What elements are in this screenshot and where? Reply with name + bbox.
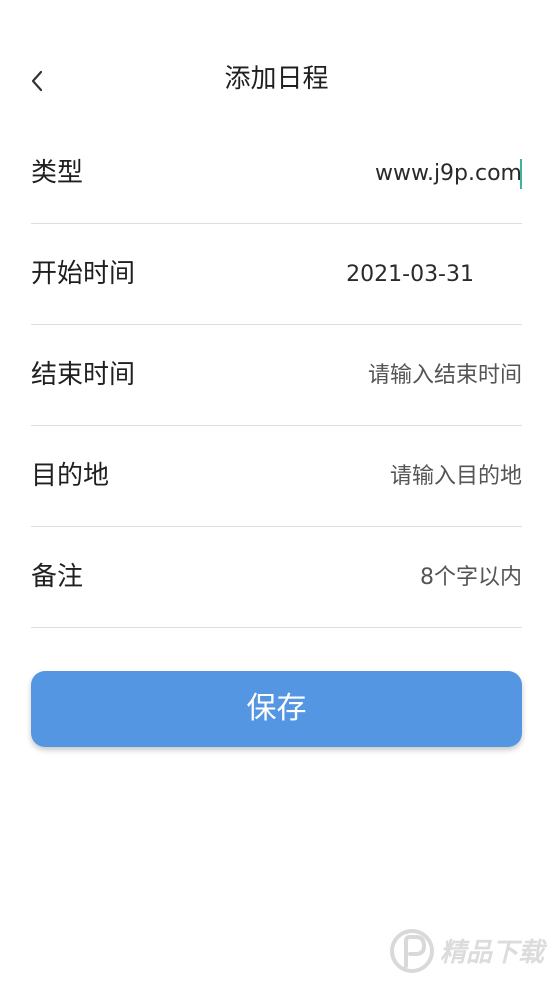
top-navigation-bar: 添加日程 (0, 50, 553, 110)
type-input[interactable] (222, 153, 522, 193)
destination-row: 目的地 (31, 426, 522, 527)
save-button[interactable]: 保存 (31, 671, 522, 747)
watermark-text: 精品下载 (440, 938, 548, 968)
end-time-row: 结束时间 (31, 325, 522, 426)
type-row: 类型 (31, 123, 522, 224)
end-time-input[interactable] (222, 355, 522, 395)
start-time-row: 开始时间 (31, 224, 522, 325)
type-label: 类型 (31, 158, 84, 188)
text-cursor (520, 159, 522, 189)
start-time-label: 开始时间 (31, 259, 136, 289)
end-time-label: 结束时间 (31, 360, 136, 390)
note-label: 备注 (31, 562, 84, 592)
destination-input[interactable] (222, 456, 522, 496)
note-input[interactable] (222, 557, 522, 597)
note-row: 备注 (31, 527, 522, 628)
page-title: 添加日程 (224, 64, 329, 94)
destination-label: 目的地 (31, 461, 110, 491)
schedule-form: 类型 开始时间 结束时间 目的地 备注 (31, 123, 522, 628)
watermark-logo: 精品下载 (384, 922, 553, 980)
start-time-input[interactable] (174, 254, 474, 294)
